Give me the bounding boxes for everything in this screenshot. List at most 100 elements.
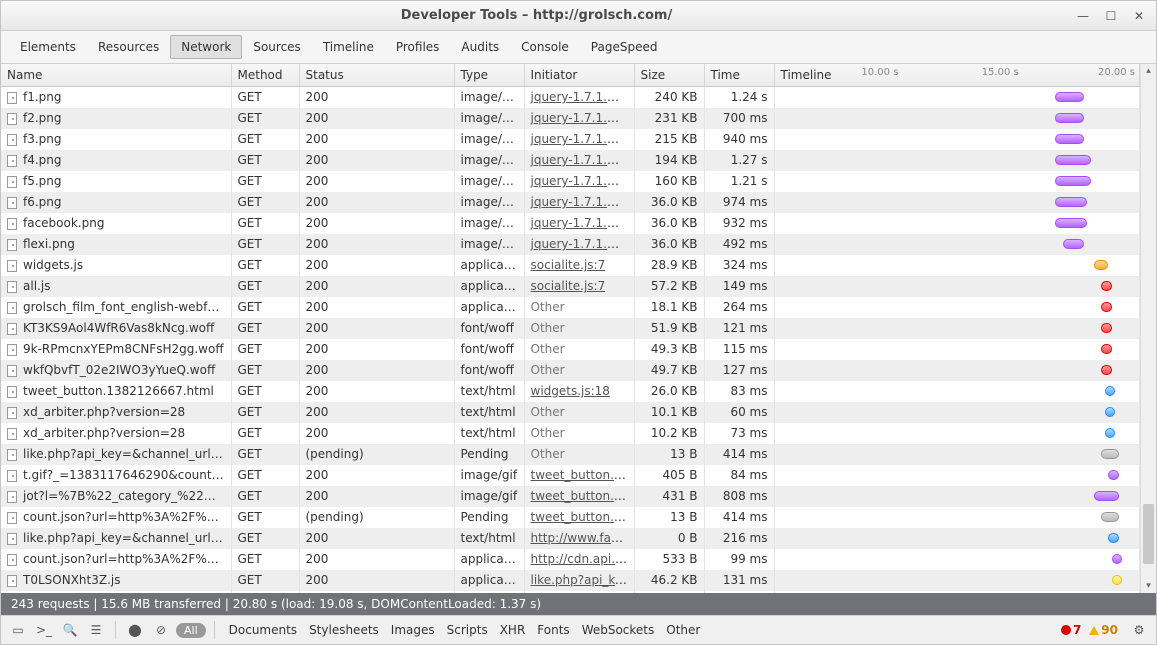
cell-initiator[interactable]: http://www.face… [524,528,634,549]
cell-method: GET [231,444,299,465]
table-row[interactable]: 9k-RPmcnxYEPm8CNFsH2gg.woffGET200font/wo… [1,339,1140,360]
col-status[interactable]: Status [299,64,454,87]
scroll-down-arrow[interactable]: ▾ [1141,579,1156,593]
table-row[interactable]: count.json?url=http%3A%2F%2Fg…GET(pendin… [1,507,1140,528]
scroll-up-arrow[interactable]: ▴ [1141,64,1156,78]
cell-initiator[interactable]: widgets.js:18 [524,381,634,402]
col-method[interactable]: Method [231,64,299,87]
file-icon [7,281,17,293]
table-row[interactable]: M88yQSdCBh7.pngGET200image/pnglike.php:4… [1,591,1140,594]
tab-network[interactable]: Network [170,35,242,59]
cell-initiator[interactable]: jquery-1.7.1.min… [524,129,634,150]
tab-sources[interactable]: Sources [242,35,311,59]
cell-initiator[interactable]: socialite.js:7 [524,255,634,276]
table-row[interactable]: t.gif?_=1383117646290&count=…GET200image… [1,465,1140,486]
cell-status: 200 [299,255,454,276]
filter-all-pill[interactable]: All [176,623,206,638]
dock-icon[interactable]: ▭ [7,620,29,640]
cell-initiator[interactable]: jquery-1.7.1.min… [524,87,634,108]
table-row[interactable]: xd_arbiter.php?version=28GET200text/html… [1,402,1140,423]
col-type[interactable]: Type [454,64,524,87]
table-row[interactable]: xd_arbiter.php?version=28GET200text/html… [1,423,1140,444]
col-size[interactable]: Size [634,64,704,87]
table-row[interactable]: count.json?url=http%3A%2F%2Fg…GET200appl… [1,549,1140,570]
cell-initiator[interactable]: http://cdn.api.tw… [524,549,634,570]
tab-profiles[interactable]: Profiles [385,35,451,59]
table-row[interactable]: f3.pngGET200image/pngjquery-1.7.1.min…21… [1,129,1140,150]
cell-initiator[interactable]: like.php:438 [524,591,634,594]
tab-pagespeed[interactable]: PageSpeed [580,35,669,59]
table-row[interactable]: f4.pngGET200image/pngjquery-1.7.1.min…19… [1,150,1140,171]
filter-documents[interactable]: Documents [223,621,303,639]
cell-timeline [774,318,1140,339]
record-icon[interactable]: ⬤ [124,620,146,640]
console-icon[interactable]: >_ [33,620,55,640]
vertical-scrollbar[interactable]: ▴ ▾ [1140,64,1156,593]
table-row[interactable]: KT3KS9Aol4WfR6Vas8kNcg.woffGET200font/wo… [1,318,1140,339]
maximize-button[interactable]: ☐ [1102,7,1120,25]
tab-resources[interactable]: Resources [87,35,170,59]
file-icon [7,302,17,314]
cell-type: image/png [454,129,524,150]
table-row[interactable]: widgets.jsGET200applicati…socialite.js:7… [1,255,1140,276]
filter-websockets[interactable]: WebSockets [576,621,661,639]
warnings-badge[interactable]: 90 [1089,623,1118,637]
table-row[interactable]: flexi.pngGET200image/pngjquery-1.7.1.min… [1,234,1140,255]
table-row[interactable]: all.jsGET200applicati…socialite.js:757.2… [1,276,1140,297]
cell-initiator[interactable]: jquery-1.7.1.min… [524,234,634,255]
file-icon [7,386,17,398]
cell-initiator[interactable]: jquery-1.7.1.min… [524,171,634,192]
cell-initiator[interactable]: tweet_button.13… [524,486,634,507]
cell-type: image/png [454,234,524,255]
cell-initiator[interactable]: socialite.js:7 [524,276,634,297]
settings-gear-icon[interactable]: ⚙ [1128,620,1150,640]
cell-initiator[interactable]: tweet_button.13… [524,507,634,528]
table-row[interactable]: f1.pngGET200image/pngjquery-1.7.1.min…24… [1,87,1140,108]
filter-scripts[interactable]: Scripts [441,621,494,639]
col-time[interactable]: Time [704,64,774,87]
search-icon[interactable]: 🔍 [59,620,81,640]
close-button[interactable]: ✕ [1130,7,1148,25]
clear-icon[interactable]: ⊘ [150,620,172,640]
table-row[interactable]: f2.pngGET200image/pngjquery-1.7.1.min…23… [1,108,1140,129]
cell-time: 127 ms [704,360,774,381]
errors-badge[interactable]: 7 [1061,623,1081,637]
scroll-thumb[interactable] [1143,504,1154,564]
filter-images[interactable]: Images [385,621,441,639]
minimize-button[interactable]: — [1074,7,1092,25]
col-name[interactable]: Name [1,64,231,87]
file-icon [7,407,17,419]
cell-initiator[interactable]: jquery-1.7.1.min… [524,192,634,213]
cell-size: 0 B [634,528,704,549]
table-row[interactable]: f6.pngGET200image/pngjquery-1.7.1.min…36… [1,192,1140,213]
table-row[interactable]: f5.pngGET200image/pngjquery-1.7.1.min…16… [1,171,1140,192]
table-row[interactable]: facebook.pngGET200image/pngjquery-1.7.1.… [1,213,1140,234]
table-row[interactable]: jot?l=%7B%22_category_%22%3A…GET200image… [1,486,1140,507]
filter-icon[interactable]: ☰ [85,620,107,640]
filter-stylesheets[interactable]: Stylesheets [303,621,385,639]
cell-initiator[interactable]: tweet_button.13… [524,465,634,486]
table-row[interactable]: like.php?api_key=&channel_url=…GET(pendi… [1,444,1140,465]
table-row[interactable]: grolsch_film_font_english-webfon…GET200a… [1,297,1140,318]
filter-other[interactable]: Other [660,621,706,639]
table-row[interactable]: wkfQbvfT_02e2IWO3yYueQ.woffGET200font/wo… [1,360,1140,381]
table-row[interactable]: like.php?api_key=&channel_url=…GET200tex… [1,528,1140,549]
col-initiator[interactable]: Initiator [524,64,634,87]
cell-initiator[interactable]: jquery-1.7.1.min… [524,108,634,129]
cell-status: 200 [299,87,454,108]
cell-initiator[interactable]: like.php?api_key… [524,570,634,591]
filter-fonts[interactable]: Fonts [531,621,575,639]
tab-audits[interactable]: Audits [450,35,510,59]
cell-initiator[interactable]: jquery-1.7.1.min… [524,150,634,171]
cell-initiator[interactable]: jquery-1.7.1.min… [524,213,634,234]
col-timeline[interactable]: Timeline 10.00 s 15.00 s 20.00 s [774,64,1140,87]
cell-size: 28.9 KB [634,255,704,276]
tab-timeline[interactable]: Timeline [312,35,385,59]
filter-xhr[interactable]: XHR [494,621,532,639]
tab-elements[interactable]: Elements [9,35,87,59]
file-icon [7,533,17,545]
table-row[interactable]: T0LSONXht3Z.jsGET200applicati…like.php?a… [1,570,1140,591]
tab-console[interactable]: Console [510,35,580,59]
cell-type: image/png [454,87,524,108]
table-row[interactable]: tweet_button.1382126667.htmlGET200text/h… [1,381,1140,402]
